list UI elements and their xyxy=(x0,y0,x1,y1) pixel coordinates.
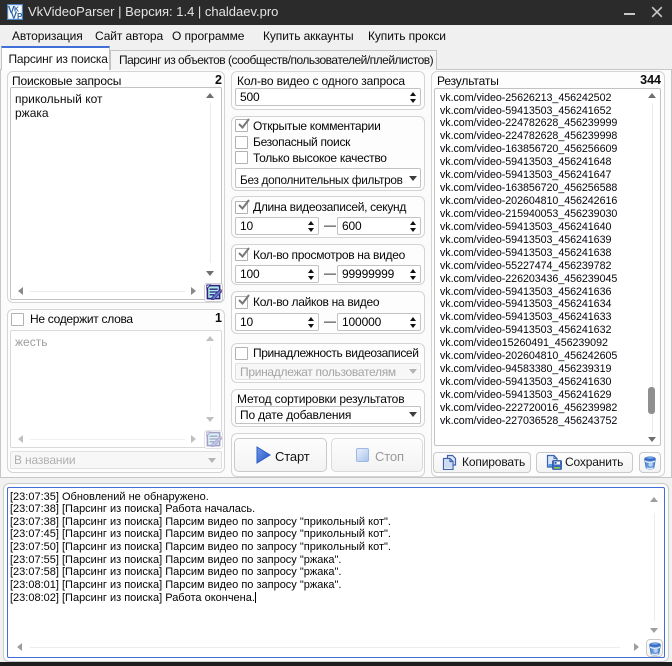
svg-text:P: P xyxy=(17,12,23,20)
